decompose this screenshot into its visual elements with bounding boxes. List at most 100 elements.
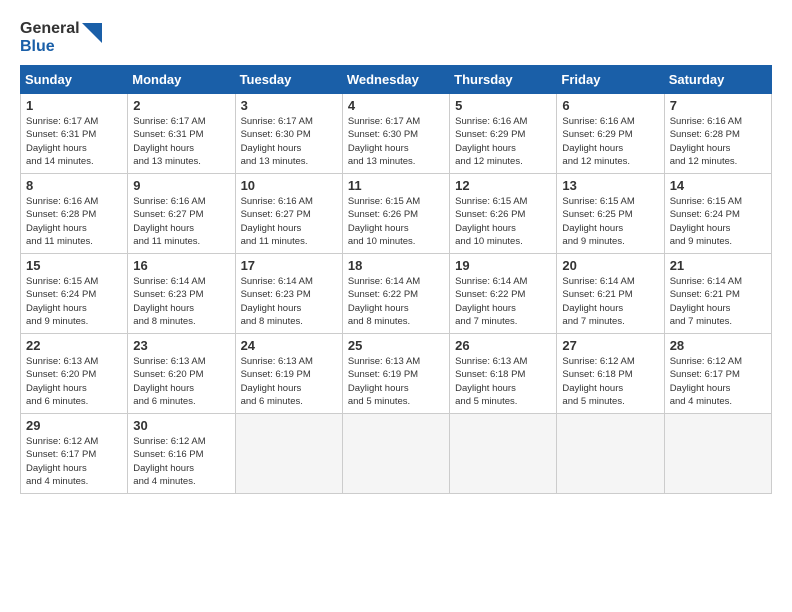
calendar-day-cell: 10 Sunrise: 6:16 AM Sunset: 6:27 PM Dayl… xyxy=(235,174,342,254)
day-info: Sunrise: 6:15 AM Sunset: 6:24 PM Dayligh… xyxy=(670,195,766,248)
calendar-body: 1 Sunrise: 6:17 AM Sunset: 6:31 PM Dayli… xyxy=(21,94,772,494)
day-number: 28 xyxy=(670,338,766,353)
day-info: Sunrise: 6:12 AM Sunset: 6:16 PM Dayligh… xyxy=(133,435,229,488)
day-info: Sunrise: 6:12 AM Sunset: 6:17 PM Dayligh… xyxy=(670,355,766,408)
weekday-header: Friday xyxy=(557,66,664,94)
day-number: 4 xyxy=(348,98,444,113)
calendar-day-cell: 5 Sunrise: 6:16 AM Sunset: 6:29 PM Dayli… xyxy=(450,94,557,174)
day-number: 5 xyxy=(455,98,551,113)
day-number: 11 xyxy=(348,178,444,193)
weekday-header: Thursday xyxy=(450,66,557,94)
calendar-day-cell: 29 Sunrise: 6:12 AM Sunset: 6:17 PM Dayl… xyxy=(21,414,128,494)
day-number: 29 xyxy=(26,418,122,433)
logo: General Blue xyxy=(20,20,102,55)
day-number: 25 xyxy=(348,338,444,353)
day-info: Sunrise: 6:15 AM Sunset: 6:26 PM Dayligh… xyxy=(455,195,551,248)
calendar-day-cell: 18 Sunrise: 6:14 AM Sunset: 6:22 PM Dayl… xyxy=(342,254,449,334)
calendar-day-cell: 14 Sunrise: 6:15 AM Sunset: 6:24 PM Dayl… xyxy=(664,174,771,254)
day-info: Sunrise: 6:17 AM Sunset: 6:31 PM Dayligh… xyxy=(133,115,229,168)
calendar-day-cell: 26 Sunrise: 6:13 AM Sunset: 6:18 PM Dayl… xyxy=(450,334,557,414)
day-number: 17 xyxy=(241,258,337,273)
day-info: Sunrise: 6:13 AM Sunset: 6:20 PM Dayligh… xyxy=(26,355,122,408)
day-info: Sunrise: 6:14 AM Sunset: 6:22 PM Dayligh… xyxy=(348,275,444,328)
day-number: 7 xyxy=(670,98,766,113)
logo-arrow-icon xyxy=(82,23,102,53)
calendar-week-row: 15 Sunrise: 6:15 AM Sunset: 6:24 PM Dayl… xyxy=(21,254,772,334)
day-number: 8 xyxy=(26,178,122,193)
calendar-day-cell: 16 Sunrise: 6:14 AM Sunset: 6:23 PM Dayl… xyxy=(128,254,235,334)
day-number: 16 xyxy=(133,258,229,273)
day-number: 20 xyxy=(562,258,658,273)
calendar-week-row: 8 Sunrise: 6:16 AM Sunset: 6:28 PM Dayli… xyxy=(21,174,772,254)
calendar-week-row: 22 Sunrise: 6:13 AM Sunset: 6:20 PM Dayl… xyxy=(21,334,772,414)
calendar-day-cell: 23 Sunrise: 6:13 AM Sunset: 6:20 PM Dayl… xyxy=(128,334,235,414)
day-info: Sunrise: 6:12 AM Sunset: 6:18 PM Dayligh… xyxy=(562,355,658,408)
calendar-day-cell: 25 Sunrise: 6:13 AM Sunset: 6:19 PM Dayl… xyxy=(342,334,449,414)
calendar-day-cell xyxy=(450,414,557,494)
calendar-day-cell: 13 Sunrise: 6:15 AM Sunset: 6:25 PM Dayl… xyxy=(557,174,664,254)
calendar-day-cell: 28 Sunrise: 6:12 AM Sunset: 6:17 PM Dayl… xyxy=(664,334,771,414)
day-info: Sunrise: 6:15 AM Sunset: 6:25 PM Dayligh… xyxy=(562,195,658,248)
day-info: Sunrise: 6:16 AM Sunset: 6:27 PM Dayligh… xyxy=(241,195,337,248)
calendar-day-cell: 2 Sunrise: 6:17 AM Sunset: 6:31 PM Dayli… xyxy=(128,94,235,174)
calendar-day-cell: 22 Sunrise: 6:13 AM Sunset: 6:20 PM Dayl… xyxy=(21,334,128,414)
calendar-day-cell: 27 Sunrise: 6:12 AM Sunset: 6:18 PM Dayl… xyxy=(557,334,664,414)
day-info: Sunrise: 6:16 AM Sunset: 6:27 PM Dayligh… xyxy=(133,195,229,248)
day-number: 19 xyxy=(455,258,551,273)
day-number: 3 xyxy=(241,98,337,113)
day-info: Sunrise: 6:14 AM Sunset: 6:23 PM Dayligh… xyxy=(241,275,337,328)
day-info: Sunrise: 6:13 AM Sunset: 6:18 PM Dayligh… xyxy=(455,355,551,408)
day-info: Sunrise: 6:13 AM Sunset: 6:19 PM Dayligh… xyxy=(348,355,444,408)
day-info: Sunrise: 6:15 AM Sunset: 6:24 PM Dayligh… xyxy=(26,275,122,328)
calendar-day-cell: 17 Sunrise: 6:14 AM Sunset: 6:23 PM Dayl… xyxy=(235,254,342,334)
calendar-week-row: 29 Sunrise: 6:12 AM Sunset: 6:17 PM Dayl… xyxy=(21,414,772,494)
calendar-day-cell: 6 Sunrise: 6:16 AM Sunset: 6:29 PM Dayli… xyxy=(557,94,664,174)
day-number: 10 xyxy=(241,178,337,193)
day-number: 27 xyxy=(562,338,658,353)
day-number: 13 xyxy=(562,178,658,193)
calendar-day-cell xyxy=(235,414,342,494)
weekday-header: Monday xyxy=(128,66,235,94)
calendar-week-row: 1 Sunrise: 6:17 AM Sunset: 6:31 PM Dayli… xyxy=(21,94,772,174)
day-number: 1 xyxy=(26,98,122,113)
day-number: 2 xyxy=(133,98,229,113)
weekday-header: Saturday xyxy=(664,66,771,94)
calendar-table: SundayMondayTuesdayWednesdayThursdayFrid… xyxy=(20,65,772,494)
calendar-day-cell: 9 Sunrise: 6:16 AM Sunset: 6:27 PM Dayli… xyxy=(128,174,235,254)
day-number: 12 xyxy=(455,178,551,193)
day-info: Sunrise: 6:14 AM Sunset: 6:21 PM Dayligh… xyxy=(562,275,658,328)
logo-text: General Blue xyxy=(20,20,80,55)
calendar-day-cell xyxy=(557,414,664,494)
calendar-day-cell xyxy=(342,414,449,494)
day-number: 26 xyxy=(455,338,551,353)
day-number: 24 xyxy=(241,338,337,353)
calendar-day-cell: 20 Sunrise: 6:14 AM Sunset: 6:21 PM Dayl… xyxy=(557,254,664,334)
day-info: Sunrise: 6:16 AM Sunset: 6:28 PM Dayligh… xyxy=(26,195,122,248)
day-number: 15 xyxy=(26,258,122,273)
calendar-day-cell: 1 Sunrise: 6:17 AM Sunset: 6:31 PM Dayli… xyxy=(21,94,128,174)
calendar-day-cell: 8 Sunrise: 6:16 AM Sunset: 6:28 PM Dayli… xyxy=(21,174,128,254)
day-number: 6 xyxy=(562,98,658,113)
calendar-day-cell: 19 Sunrise: 6:14 AM Sunset: 6:22 PM Dayl… xyxy=(450,254,557,334)
day-number: 18 xyxy=(348,258,444,273)
calendar-day-cell: 15 Sunrise: 6:15 AM Sunset: 6:24 PM Dayl… xyxy=(21,254,128,334)
logo-container: General Blue xyxy=(20,20,102,55)
day-number: 22 xyxy=(26,338,122,353)
day-number: 9 xyxy=(133,178,229,193)
day-info: Sunrise: 6:14 AM Sunset: 6:22 PM Dayligh… xyxy=(455,275,551,328)
calendar-header-row: SundayMondayTuesdayWednesdayThursdayFrid… xyxy=(21,66,772,94)
calendar-day-cell: 24 Sunrise: 6:13 AM Sunset: 6:19 PM Dayl… xyxy=(235,334,342,414)
calendar-day-cell: 7 Sunrise: 6:16 AM Sunset: 6:28 PM Dayli… xyxy=(664,94,771,174)
calendar-day-cell: 3 Sunrise: 6:17 AM Sunset: 6:30 PM Dayli… xyxy=(235,94,342,174)
day-info: Sunrise: 6:14 AM Sunset: 6:21 PM Dayligh… xyxy=(670,275,766,328)
day-info: Sunrise: 6:17 AM Sunset: 6:30 PM Dayligh… xyxy=(348,115,444,168)
calendar-day-cell xyxy=(664,414,771,494)
day-info: Sunrise: 6:13 AM Sunset: 6:19 PM Dayligh… xyxy=(241,355,337,408)
day-number: 14 xyxy=(670,178,766,193)
day-info: Sunrise: 6:17 AM Sunset: 6:31 PM Dayligh… xyxy=(26,115,122,168)
calendar-day-cell: 21 Sunrise: 6:14 AM Sunset: 6:21 PM Dayl… xyxy=(664,254,771,334)
day-info: Sunrise: 6:13 AM Sunset: 6:20 PM Dayligh… xyxy=(133,355,229,408)
day-info: Sunrise: 6:16 AM Sunset: 6:29 PM Dayligh… xyxy=(562,115,658,168)
weekday-header: Sunday xyxy=(21,66,128,94)
day-number: 23 xyxy=(133,338,229,353)
